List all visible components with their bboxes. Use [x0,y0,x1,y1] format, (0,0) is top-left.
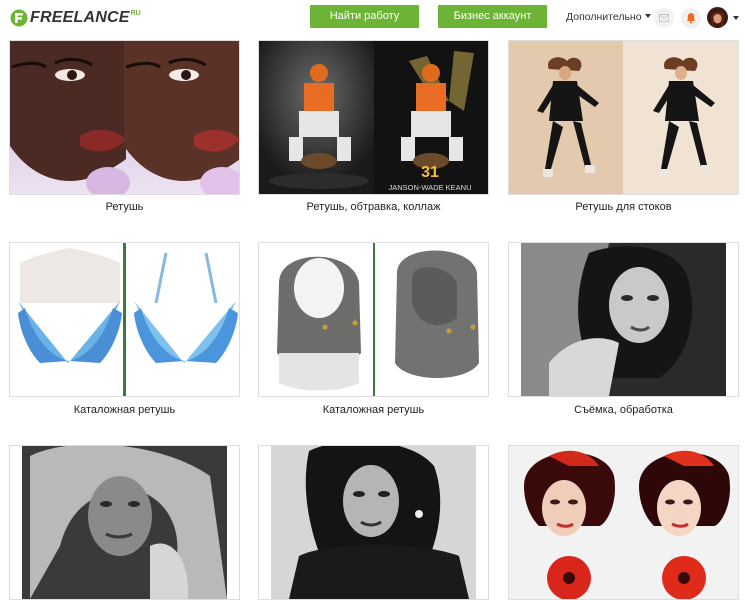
portfolio-image: 31 JANSON-WADE KEANU [259,41,488,194]
portfolio-card[interactable]: 31 JANSON-WADE KEANU [258,40,489,195]
portfolio-card[interactable] [9,445,240,600]
portfolio-card[interactable] [9,40,240,195]
more-menu-dropdown[interactable]: Дополнительно [566,11,651,23]
portfolio-caption: Каталожная ретушь [322,404,425,416]
portfolio-card[interactable] [258,445,489,600]
business-account-button[interactable]: Бизнес аккаунт [438,5,547,28]
logo-mark-icon [10,9,28,27]
user-avatar[interactable] [707,7,728,28]
messages-button[interactable] [654,8,674,28]
find-work-button[interactable]: Найти работу [310,5,419,28]
portfolio-image [10,243,239,396]
portfolio-image [10,446,239,599]
logo-suffix: RU [130,9,141,17]
portfolio-caption: Ретушь, обтравка, коллаж [306,201,441,213]
portfolio-caption: Ретушь для стоков [575,201,672,213]
freelance-logo[interactable]: FREELANCE RU [10,9,141,27]
collage-number: 31 [421,164,439,181]
logo-text: FREELANCE [30,9,130,26]
avatar-menu-chevron-icon[interactable] [733,16,739,20]
portfolio-image [10,41,239,194]
portfolio-card[interactable] [508,445,739,600]
bell-icon [686,13,696,24]
notifications-button[interactable] [681,8,701,28]
top-navbar: FREELANCE RU Найти работу Бизнес аккаунт… [0,0,745,36]
more-menu-label: Дополнительно [566,11,642,23]
portfolio-image [509,243,738,396]
portfolio-caption: Ретушь [105,201,144,213]
mail-icon [659,14,669,22]
portfolio-image [509,41,738,194]
avatar-image [707,7,728,28]
portfolio-caption: Съёмка, обработка [574,404,673,416]
portfolio-card[interactable] [258,242,489,397]
chevron-down-icon [644,14,651,18]
portfolio-image [259,446,488,599]
portfolio-image [259,243,488,396]
portfolio-image [509,446,738,599]
portfolio-card[interactable] [9,242,240,397]
collage-text: JANSON-WADE KEANU [388,183,471,192]
portfolio-card[interactable] [508,242,739,397]
portfolio-card[interactable] [508,40,739,195]
portfolio-caption: Каталожная ретушь [73,404,176,416]
